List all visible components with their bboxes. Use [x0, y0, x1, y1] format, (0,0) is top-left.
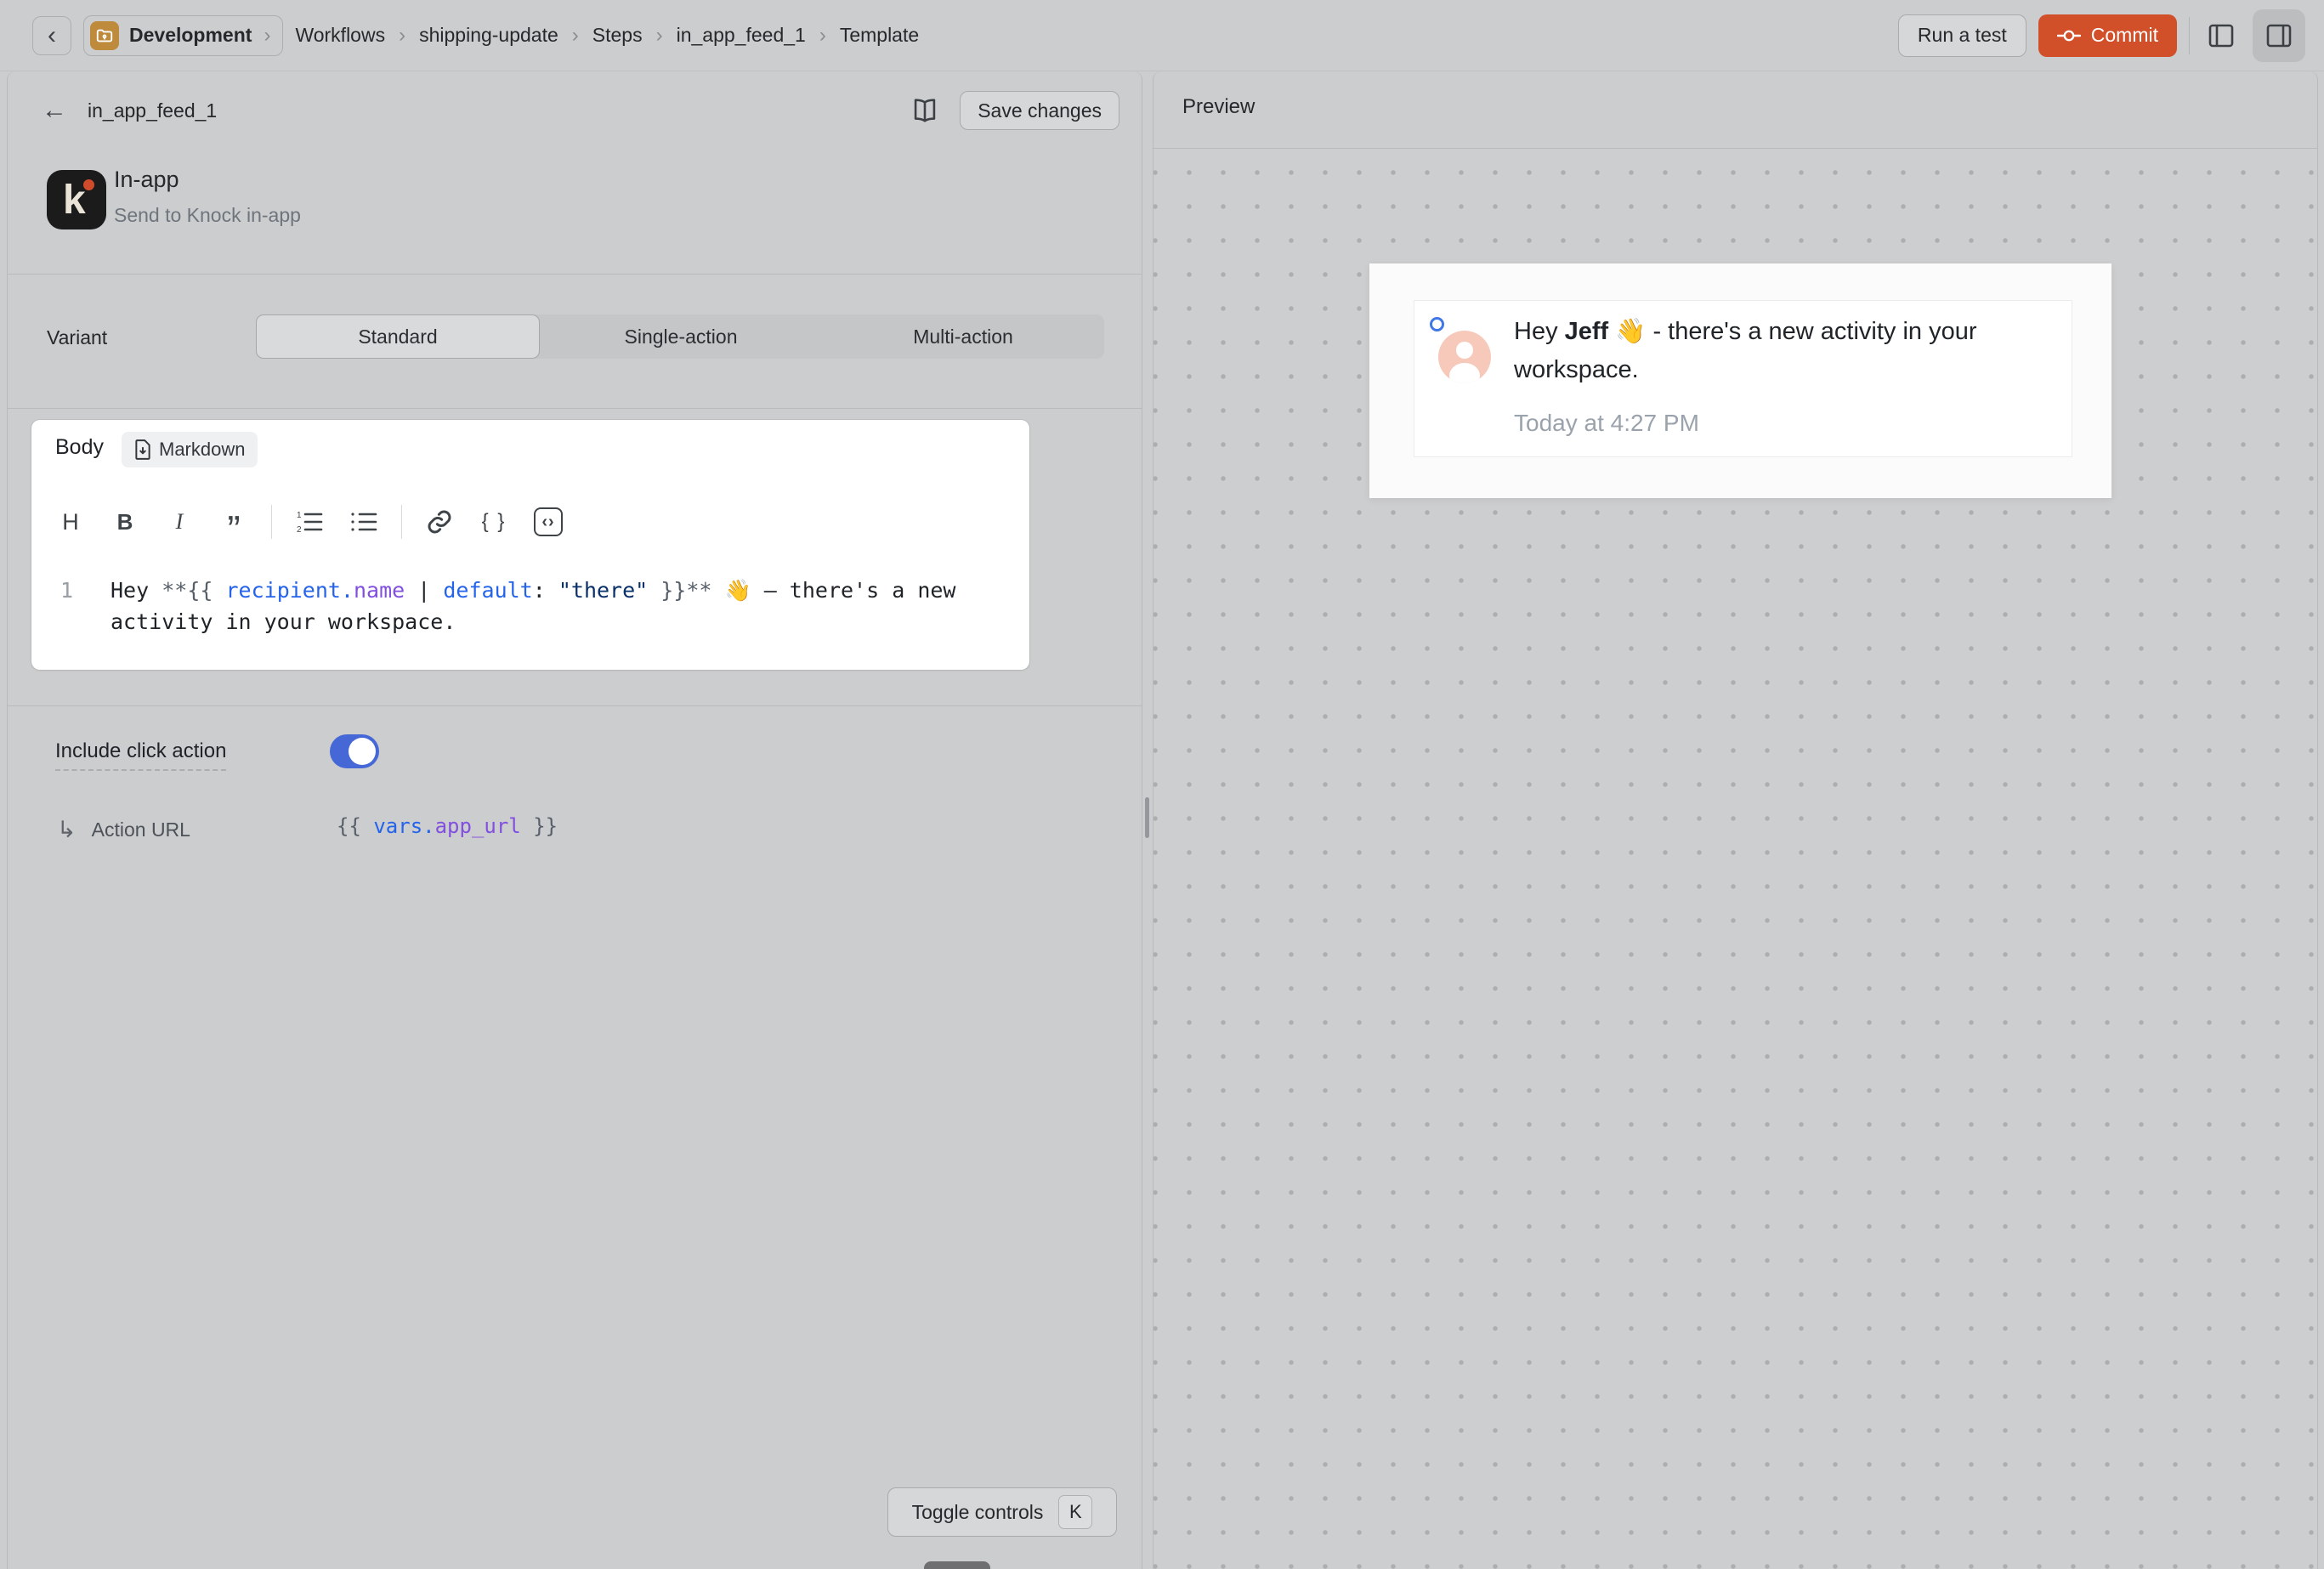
- notification-timestamp: Today at 4:27 PM: [1514, 410, 1699, 437]
- action-url-value[interactable]: {{ vars.app_url }}: [337, 814, 558, 838]
- body-code-editor[interactable]: Hey **{{ recipient.name | default: "ther…: [111, 575, 961, 637]
- section-divider: [8, 408, 1142, 409]
- toggle-left-panel-button[interactable]: [2202, 16, 2241, 55]
- svg-text:1: 1: [297, 511, 302, 520]
- chevron-right-icon: ›: [818, 24, 828, 48]
- breadcrumb-workflow-name[interactable]: shipping-update: [419, 24, 558, 47]
- variant-label: Variant: [47, 326, 107, 349]
- preview-canvas: Hey Jeff 👋 - there's a new activity in y…: [1153, 149, 2317, 1569]
- variant-option-single-action[interactable]: Single-action: [540, 314, 822, 359]
- back-arrow-button[interactable]: ←: [42, 96, 67, 125]
- breadcrumb-step-name[interactable]: in_app_feed_1: [677, 24, 806, 47]
- chevron-right-icon: ›: [262, 24, 272, 48]
- toggle-right-panel-button[interactable]: [2253, 9, 2305, 62]
- code-block-icon[interactable]: ‹›: [530, 503, 567, 541]
- panel-right-icon: [2264, 21, 2293, 50]
- template-editor-panel: ← in_app_feed_1 Save changes k In-app Se…: [7, 71, 1142, 1569]
- bold-icon[interactable]: B: [106, 503, 144, 541]
- chevron-right-icon: ›: [397, 24, 407, 48]
- panel-left-icon: [2207, 21, 2236, 50]
- toggle-controls-button[interactable]: Toggle controls K: [887, 1487, 1117, 1537]
- commit-button[interactable]: Commit: [2038, 14, 2177, 57]
- variant-segmented-control: Standard Single-action Multi-action: [256, 314, 1104, 359]
- include-click-action-toggle[interactable]: [330, 734, 379, 768]
- docs-book-icon[interactable]: [910, 98, 939, 123]
- markdown-file-icon: [134, 439, 151, 460]
- avatar: [1438, 331, 1491, 383]
- git-commit-icon: [2057, 28, 2081, 43]
- save-changes-button[interactable]: Save changes: [960, 91, 1119, 130]
- app-root: ‹ Development › Workflows › shipping-upd…: [0, 0, 2324, 1569]
- preview-title: Preview: [1182, 95, 1255, 119]
- chevron-right-icon: ›: [655, 24, 665, 48]
- body-editor-card: Body Markdown H B I ”: [31, 420, 1029, 670]
- channel-title: In-app: [114, 167, 179, 193]
- chevron-right-icon: ›: [570, 24, 581, 48]
- breadcrumb-template[interactable]: Template: [840, 24, 919, 47]
- environment-label: Development: [129, 24, 252, 47]
- variant-option-standard[interactable]: Standard: [256, 314, 540, 359]
- section-divider: [8, 274, 1142, 275]
- svg-text:2: 2: [297, 525, 302, 535]
- keyboard-shortcut-badge: K: [1058, 1495, 1092, 1529]
- hidden-control-peek: [924, 1561, 990, 1569]
- toolbar-divider: [271, 505, 272, 539]
- channel-subtitle: Send to Knock in-app: [114, 204, 301, 227]
- panel-resize-handle[interactable]: [1145, 797, 1149, 838]
- preview-header: Preview: [1153, 71, 2317, 149]
- preview-panel: Preview Hey Jeff 👋 - there's a new activ…: [1153, 71, 2318, 1569]
- body-label: Body: [55, 435, 104, 460]
- breadcrumb-steps[interactable]: Steps: [592, 24, 643, 47]
- folder-icon: [90, 21, 119, 50]
- italic-icon[interactable]: I: [161, 503, 198, 541]
- toolbar-divider: [401, 505, 402, 539]
- recipient-name: Jeff: [1565, 318, 1609, 345]
- heading-icon[interactable]: H: [52, 503, 89, 541]
- run-a-test-button[interactable]: Run a test: [1898, 14, 2026, 57]
- notification-message: Hey Jeff 👋 - there's a new activity in y…: [1514, 313, 2011, 389]
- notification-card: Hey Jeff 👋 - there's a new activity in y…: [1414, 300, 2072, 457]
- feed-preview-container: Hey Jeff 👋 - there's a new activity in y…: [1369, 263, 2111, 498]
- back-button[interactable]: ‹: [32, 16, 71, 55]
- variant-option-multi-action[interactable]: Multi-action: [822, 314, 1104, 359]
- step-title: in_app_feed_1: [88, 99, 217, 122]
- editor-header: ← in_app_feed_1 Save changes: [42, 87, 1119, 134]
- breadcrumb: Workflows › shipping-update › Steps › in…: [295, 24, 919, 48]
- format-badge-markdown[interactable]: Markdown: [122, 432, 258, 467]
- top-bar: ‹ Development › Workflows › shipping-upd…: [0, 0, 2324, 71]
- topbar-actions: Run a test Commit: [1898, 9, 2305, 62]
- return-arrow-icon: ↳: [57, 817, 77, 843]
- formatting-toolbar: H B I ” 1 2: [52, 501, 584, 542]
- environment-switcher[interactable]: Development ›: [83, 15, 283, 56]
- include-click-action-label: Include click action: [55, 739, 226, 771]
- braces-icon[interactable]: { }: [475, 503, 513, 541]
- line-number: 1: [60, 575, 73, 606]
- action-url-row: ↳ Action URL: [57, 813, 190, 847]
- divider: [2189, 17, 2190, 54]
- breadcrumb-workflows[interactable]: Workflows: [295, 24, 385, 47]
- quote-icon[interactable]: ”: [215, 503, 252, 541]
- toggle-knob: [349, 738, 376, 765]
- unread-indicator: [1430, 317, 1444, 331]
- knock-channel-logo: k: [47, 170, 106, 229]
- bullet-list-icon[interactable]: [345, 503, 383, 541]
- link-icon[interactable]: [421, 503, 458, 541]
- knock-logo-dot: [83, 179, 94, 190]
- section-divider: [8, 705, 1142, 706]
- ordered-list-icon[interactable]: 1 2: [291, 503, 328, 541]
- action-url-label: Action URL: [92, 818, 190, 841]
